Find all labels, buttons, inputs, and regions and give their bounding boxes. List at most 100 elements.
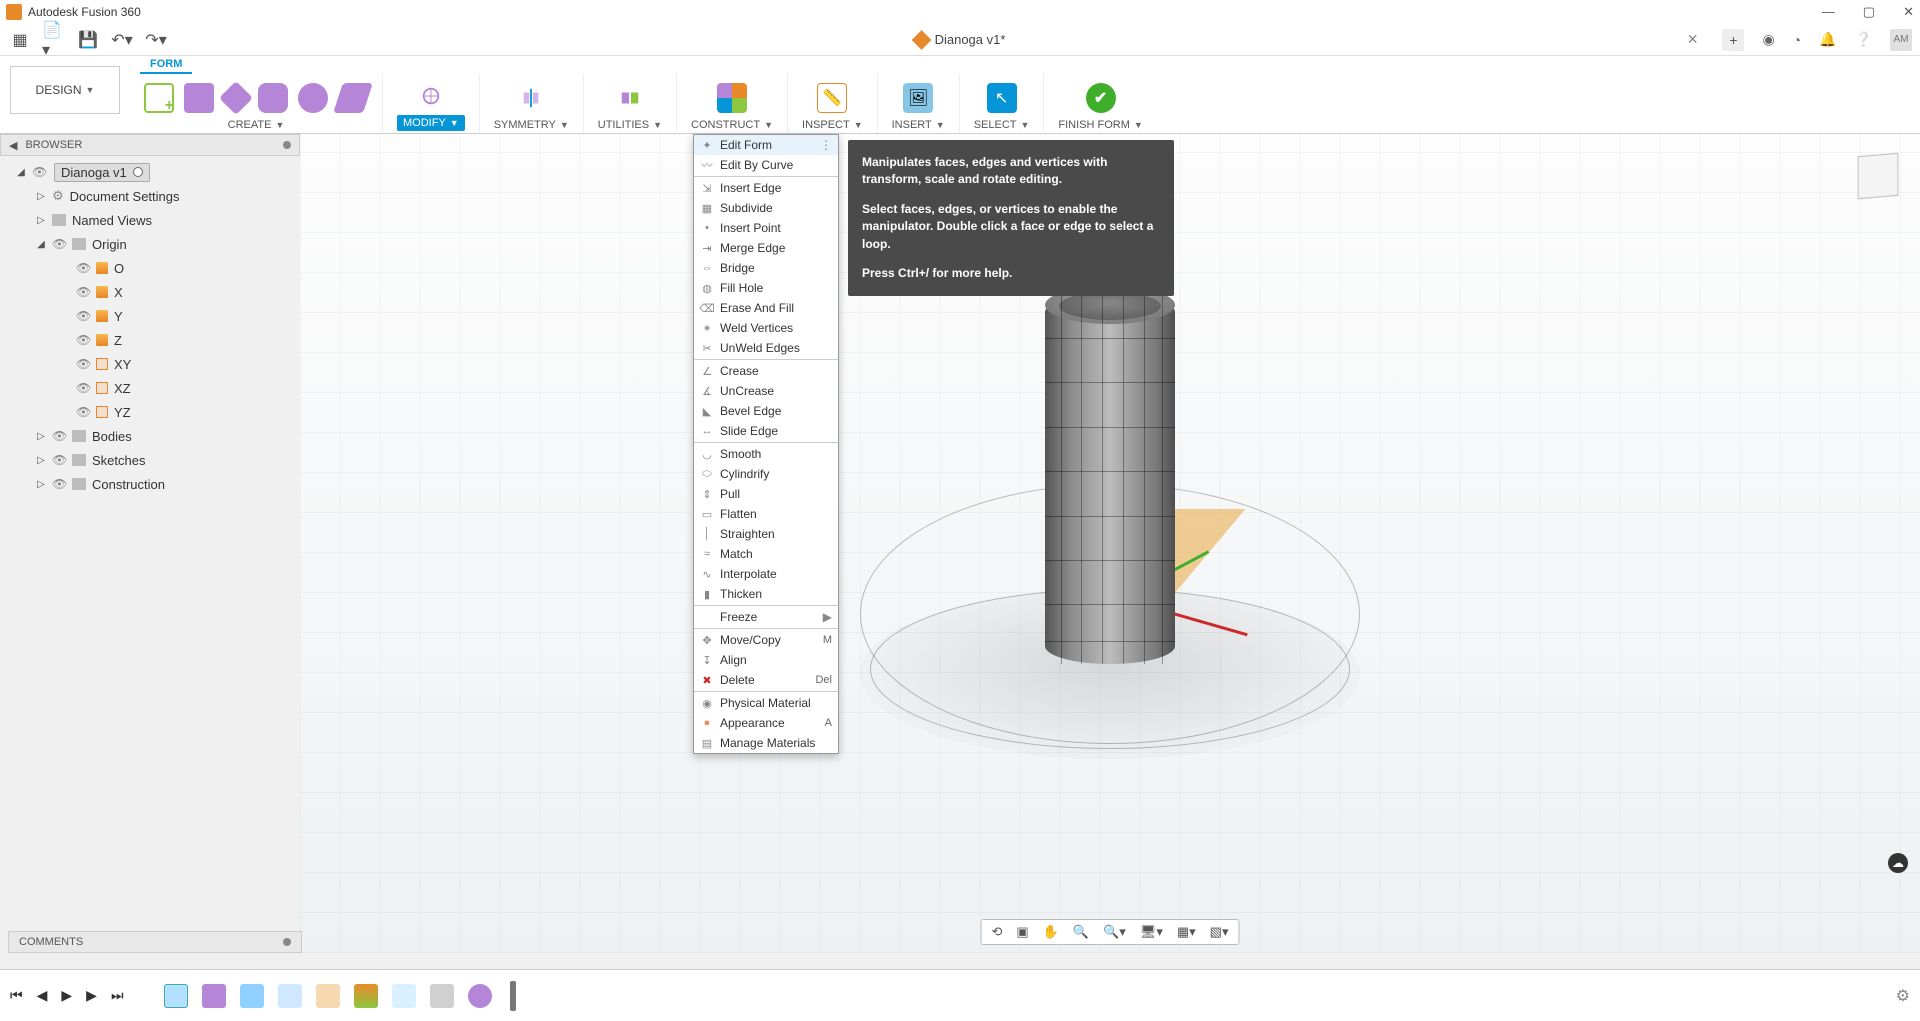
menu-item-cylindrify[interactable]: ⬭Cylindrify xyxy=(694,464,838,484)
browser-node-sketches[interactable]: ▷👁Sketches xyxy=(6,448,294,472)
viewport-canvas[interactable]: ✦Edit Form⋮ 〰Edit By Curve ⇲Insert Edge … xyxy=(300,134,1920,953)
timeline-feature[interactable] xyxy=(278,984,302,1008)
menu-item-delete[interactable]: ✖DeleteDel xyxy=(694,670,838,690)
menu-item-pull[interactable]: ⇕Pull xyxy=(694,484,838,504)
menu-item-erase-and-fill[interactable]: ⌫Erase And Fill xyxy=(694,298,838,318)
view-cube[interactable] xyxy=(1858,153,1899,199)
close-tab-button[interactable]: ✕ xyxy=(1687,31,1699,48)
menu-item-smooth[interactable]: ◡Smooth xyxy=(694,444,838,464)
ribbon-label-select[interactable]: SELECT▼ xyxy=(974,117,1030,131)
create-box-icon[interactable] xyxy=(184,83,214,113)
browser-node-doc-settings[interactable]: ▷ ⚙ Document Settings xyxy=(6,184,294,208)
display-settings-icon[interactable]: 🖥▾ xyxy=(1140,924,1163,940)
timeline-go-start-button[interactable]: ⏮ xyxy=(10,987,23,1004)
redo-button[interactable]: ↷▾ xyxy=(144,28,168,52)
timeline-feature[interactable] xyxy=(430,984,454,1008)
insert-decal-icon[interactable]: 🖼 xyxy=(903,83,933,113)
zoom-tool-icon[interactable]: 🔍 xyxy=(1073,924,1089,940)
ribbon-label-symmetry[interactable]: SYMMETRY▼ xyxy=(494,117,569,131)
collapse-icon[interactable]: ◢ xyxy=(16,167,26,178)
timeline-feature-form[interactable] xyxy=(468,984,492,1008)
menu-item-bridge[interactable]: ⇔Bridge xyxy=(694,258,838,278)
timeline-go-end-button[interactable]: ⏭ xyxy=(111,987,124,1004)
activate-component-icon[interactable] xyxy=(133,167,143,177)
menu-item-weld-vertices[interactable]: ✶Weld Vertices xyxy=(694,318,838,338)
browser-node-axis-y[interactable]: 👁Y xyxy=(6,304,294,328)
browser-node-axis-z[interactable]: 👁Z xyxy=(6,328,294,352)
ribbon-label-create[interactable]: CREATE▼ xyxy=(228,117,285,131)
ribbon-label-utilities[interactable]: UTILITIES▼ xyxy=(598,117,662,131)
browser-header[interactable]: ◀ BROWSER xyxy=(0,134,300,156)
timeline-feature[interactable] xyxy=(354,984,378,1008)
visibility-toggle-icon[interactable]: 👁 xyxy=(32,165,46,179)
document-tab[interactable]: Dianoga v1* xyxy=(915,32,1006,47)
timeline-feature[interactable] xyxy=(316,984,340,1008)
ribbon-label-finish-form[interactable]: FINISH FORM▼ xyxy=(1058,117,1142,131)
orbit-tool-icon[interactable]: ⟲ xyxy=(992,924,1003,940)
menu-item-align[interactable]: ↧Align xyxy=(694,650,838,670)
timeline-feature-sketch[interactable] xyxy=(164,984,188,1008)
create-sphere-icon[interactable] xyxy=(298,83,328,113)
create-sketch-icon[interactable] xyxy=(144,83,174,113)
file-menu-button[interactable]: 📄▾ xyxy=(42,28,66,52)
timeline-step-forward-button[interactable]: ▶ xyxy=(86,987,97,1004)
minimize-button[interactable]: — xyxy=(1822,4,1835,20)
timeline-feature-form[interactable] xyxy=(202,984,226,1008)
menu-item-insert-edge[interactable]: ⇲Insert Edge xyxy=(694,178,838,198)
tab-form[interactable]: FORM xyxy=(140,56,192,74)
browser-node-axis-x[interactable]: 👁X xyxy=(6,280,294,304)
look-at-icon[interactable]: ▣ xyxy=(1016,924,1028,940)
expand-icon[interactable]: ▷ xyxy=(36,191,46,202)
new-tab-button[interactable]: + xyxy=(1722,29,1744,51)
menu-item-thicken[interactable]: ▮Thicken xyxy=(694,584,838,604)
edit-form-icon[interactable] xyxy=(416,81,446,111)
menu-item-insert-point[interactable]: •Insert Point xyxy=(694,218,838,238)
menu-item-crease[interactable]: ∠Crease xyxy=(694,361,838,381)
timeline-play-button[interactable]: ▶ xyxy=(61,987,72,1004)
create-cylinder-icon[interactable] xyxy=(258,83,288,113)
timeline-feature[interactable] xyxy=(392,984,416,1008)
ribbon-label-inspect[interactable]: INSPECT▼ xyxy=(802,117,863,131)
menu-item-flatten[interactable]: ▭Flatten xyxy=(694,504,838,524)
menu-item-match[interactable]: ≈Match xyxy=(694,544,838,564)
menu-item-physical-material[interactable]: ◉Physical Material xyxy=(694,693,838,713)
browser-node-construction[interactable]: ▷👁Construction xyxy=(6,472,294,496)
viewport-layout-icon[interactable]: ▧▾ xyxy=(1210,924,1229,940)
menu-item-bevel-edge[interactable]: ◣Bevel Edge xyxy=(694,401,838,421)
help-icon[interactable]: ❔ xyxy=(1855,31,1872,48)
menu-item-straighten[interactable]: │Straighten xyxy=(694,524,838,544)
create-plane-icon[interactable] xyxy=(219,81,253,115)
select-tool-icon[interactable]: ↖ xyxy=(987,83,1017,113)
browser-node-plane-yz[interactable]: 👁YZ xyxy=(6,400,294,424)
workspace-switcher[interactable]: DESIGN▼ xyxy=(10,66,120,114)
maximize-button[interactable]: ▢ xyxy=(1863,4,1875,20)
zoom-window-icon[interactable]: 🔍▾ xyxy=(1103,924,1126,940)
ribbon-label-modify[interactable]: MODIFY▼ xyxy=(397,115,465,131)
pan-tool-icon[interactable]: ✋ xyxy=(1043,924,1059,940)
browser-node-axis-o[interactable]: 👁O xyxy=(6,256,294,280)
menu-item-manage-materials[interactable]: ▤Manage Materials xyxy=(694,733,838,753)
browser-options-icon[interactable] xyxy=(283,141,291,149)
browser-node-plane-xz[interactable]: 👁XZ xyxy=(6,376,294,400)
timeline-scrubber[interactable] xyxy=(510,981,516,1011)
symmetry-mirror-icon[interactable] xyxy=(516,83,546,113)
browser-collapse-icon[interactable]: ◀ xyxy=(9,139,17,152)
menu-item-merge-edge[interactable]: ⇥Merge Edge xyxy=(694,238,838,258)
apps-grid-icon[interactable]: ▦ xyxy=(8,28,32,52)
job-status-icon[interactable]: ◔ xyxy=(1793,32,1801,48)
save-button[interactable]: 💾 xyxy=(76,28,100,52)
construct-plane-icon[interactable] xyxy=(717,83,747,113)
ribbon-label-construct[interactable]: CONSTRUCT▼ xyxy=(691,117,773,131)
menu-item-fill-hole[interactable]: ◍Fill Hole xyxy=(694,278,838,298)
menu-item-subdivide[interactable]: ▦Subdivide xyxy=(694,198,838,218)
ribbon-label-insert[interactable]: INSERT▼ xyxy=(892,117,945,131)
browser-node-origin[interactable]: ◢👁 Origin xyxy=(6,232,294,256)
menu-item-edit-by-curve[interactable]: 〰Edit By Curve xyxy=(694,155,838,175)
menu-item-interpolate[interactable]: ∿Interpolate xyxy=(694,564,838,584)
tform-cylinder-body[interactable] xyxy=(1045,294,1175,664)
menu-item-appearance[interactable]: ●AppearanceA xyxy=(694,713,838,733)
timeline-settings-icon[interactable]: ⚙ xyxy=(1896,986,1910,1006)
menu-item-unweld-edges[interactable]: ✂UnWeld Edges xyxy=(694,338,838,358)
browser-node-bodies[interactable]: ▷👁Bodies xyxy=(6,424,294,448)
menu-item-edit-form[interactable]: ✦Edit Form⋮ xyxy=(694,135,838,155)
